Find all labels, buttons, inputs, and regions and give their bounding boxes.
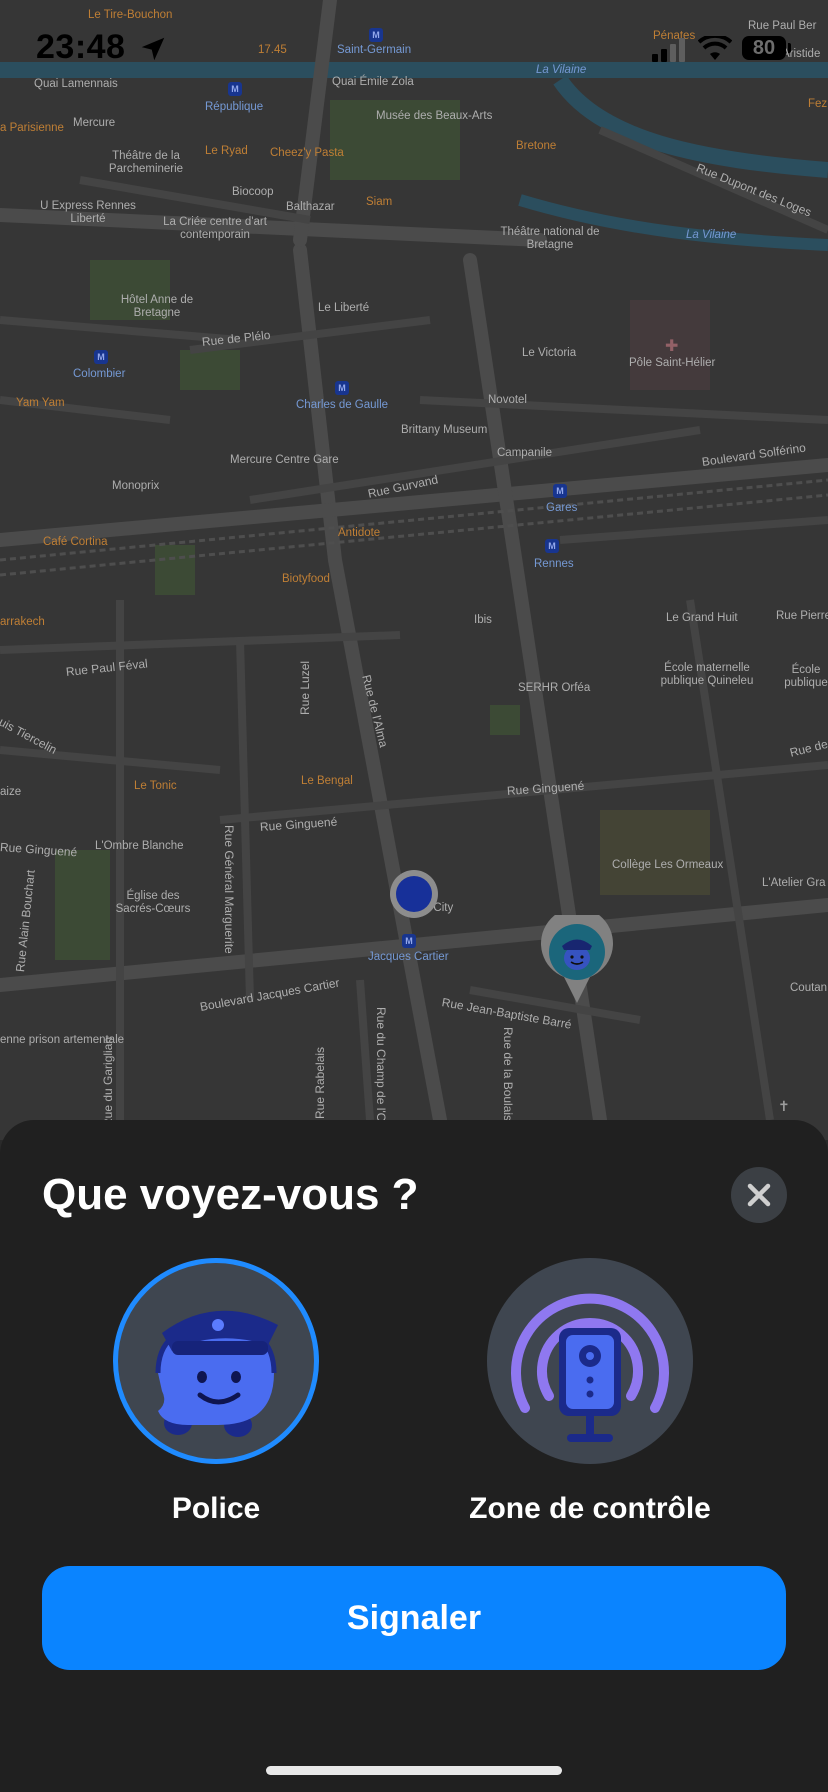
option-police-label: Police <box>171 1492 261 1525</box>
map-dim-overlay[interactable] <box>0 0 828 1140</box>
speed-camera-icon <box>511 1293 669 1442</box>
home-indicator[interactable] <box>266 1766 562 1775</box>
report-submit-button[interactable]: Signaler <box>42 1566 786 1670</box>
report-sheet: Que voyez-vous ? Police Zone de contrôle… <box>0 1120 828 1792</box>
sheet-title: Que voyez-vous ? <box>42 1170 419 1219</box>
police-icon <box>155 1310 278 1437</box>
option-control-zone-label: Zone de contrôle <box>469 1492 711 1525</box>
close-button[interactable] <box>731 1167 787 1223</box>
police-option-circle[interactable] <box>113 1258 319 1464</box>
close-icon <box>747 1183 771 1207</box>
control-zone-option-circle[interactable] <box>487 1258 693 1464</box>
option-control-zone[interactable]: Zone de contrôle <box>440 1258 740 1526</box>
option-police[interactable]: Police <box>66 1258 366 1526</box>
